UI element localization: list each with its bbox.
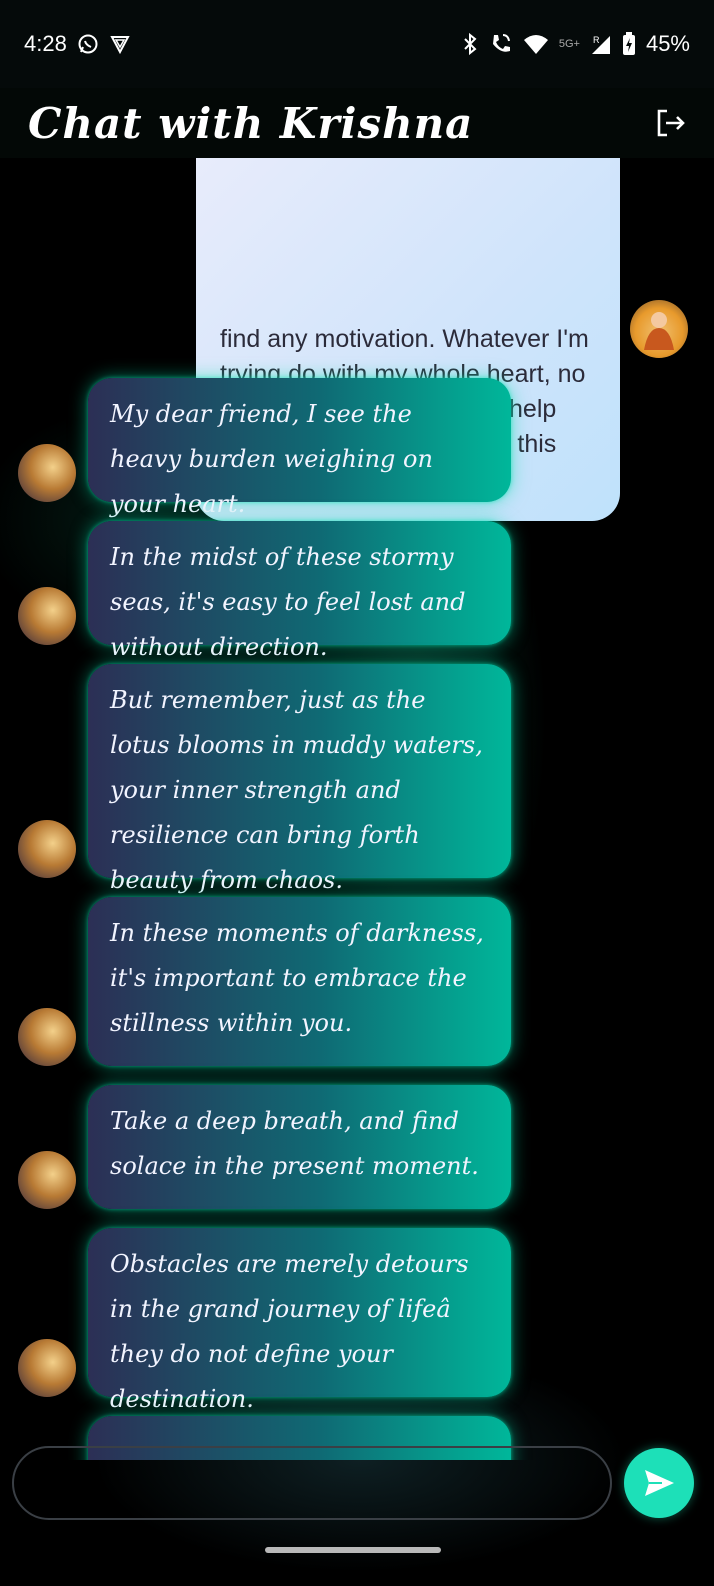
- status-left: 4:28: [24, 31, 131, 57]
- bot-message-text: Obstacles are merely detours in the gran…: [110, 1250, 469, 1413]
- message-input[interactable]: [12, 1446, 612, 1520]
- monk-avatar-icon: [644, 312, 674, 350]
- battery-icon: [622, 32, 635, 55]
- battery-level: 45%: [645, 31, 690, 56]
- bot-message-bubble: In these moments of darkness, it's impor…: [88, 897, 511, 1066]
- chat-messages[interactable]: find any motivation. Whatever I'm trying…: [0, 158, 714, 1460]
- send-button[interactable]: [624, 1448, 694, 1518]
- bot-message-text: Take a deep breath, and find solace in t…: [110, 1107, 479, 1180]
- wifi-call-icon: [492, 34, 510, 52]
- krishna-avatar: [18, 820, 76, 878]
- home-indicator[interactable]: [265, 1547, 441, 1553]
- bot-message-bubble: But remember, just as the lotus blooms i…: [88, 664, 511, 894]
- signal-icon: R: [591, 35, 610, 54]
- bot-message-bubble: Take a deep breath, and find solace in t…: [88, 1085, 511, 1209]
- logout-icon[interactable]: [652, 105, 688, 141]
- bot-message-bubble: My dear friend, I see the heavy burden w…: [88, 378, 511, 518]
- krishna-avatar: [18, 1151, 76, 1209]
- krishna-avatar: [18, 587, 76, 645]
- status-bar: 4:28 5G+ R 45%: [0, 0, 714, 88]
- bot-message-bubble: Obstacles are merely detours in the gran…: [88, 1228, 511, 1413]
- roaming-label: R: [593, 35, 600, 45]
- vpn-icon: [110, 36, 130, 55]
- bot-message-text: My dear friend, I see the heavy burden w…: [110, 400, 433, 518]
- app-header: Chat with Krishna: [0, 88, 714, 158]
- bot-message-text: In the midst of these stormy seas, it's …: [110, 543, 466, 661]
- composer: [0, 1446, 714, 1586]
- whatsapp-icon: [78, 34, 98, 54]
- status-time: 4:28: [24, 31, 67, 56]
- krishna-avatar: [18, 444, 76, 502]
- bot-message-bubble: In the midst of these stormy seas, it's …: [88, 521, 511, 661]
- status-right: 5G+ R 45%: [461, 31, 690, 57]
- bot-message-text: But remember, just as the lotus blooms i…: [110, 686, 483, 894]
- user-avatar: [630, 300, 688, 358]
- network-label: 5G+: [558, 38, 580, 50]
- krishna-avatar: [18, 1008, 76, 1066]
- page-title: Chat with Krishna: [28, 98, 474, 148]
- wifi-icon: [523, 35, 548, 54]
- send-icon: [645, 1470, 674, 1496]
- bot-message-text: In these moments of darkness, it's impor…: [110, 919, 484, 1037]
- krishna-avatar: [18, 1339, 76, 1397]
- bluetooth-icon: [464, 32, 477, 56]
